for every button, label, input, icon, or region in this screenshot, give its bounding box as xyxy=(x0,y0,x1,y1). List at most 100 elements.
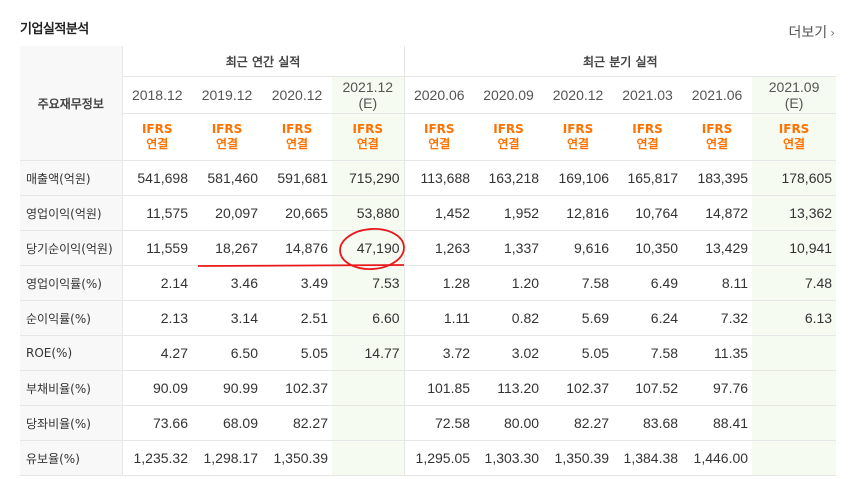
table-cell: 163,218 xyxy=(474,160,544,196)
row-label: 순이익률(%) xyxy=(20,300,122,336)
table-row: 매출액(억원) 541,698 581,460 591,681 715,290 113,6… xyxy=(20,160,837,196)
table-cell: 6.24 xyxy=(613,300,683,336)
accounting-standard: IFRS 연결 xyxy=(403,113,475,161)
table-cell: 7.58 xyxy=(613,335,683,371)
table-cell: 68.09 xyxy=(192,405,262,441)
table-cell: 3.72 xyxy=(403,335,475,371)
financial-table: 주요재무정보 최근 연간 실적 최근 분기 실적 2018.12 2019.12 2… xyxy=(20,46,837,476)
column-date: 2018.12 xyxy=(131,87,183,103)
table-cell: 3.46 xyxy=(192,265,262,301)
table-cell: 4.27 xyxy=(121,335,192,371)
table-cell: 97.76 xyxy=(682,370,753,406)
table-cell xyxy=(752,405,837,441)
column-date: 2020.06 xyxy=(413,87,465,103)
estimate-mark: (E) xyxy=(358,95,378,111)
table-cell xyxy=(752,335,837,371)
column-date-header: 2020.09 xyxy=(474,76,544,114)
consolidation-label: 연결 xyxy=(567,137,590,151)
standard-label: IFRS xyxy=(493,122,524,136)
table-cell: 2.13 xyxy=(121,300,192,336)
accounting-standard: IFRS 연결 xyxy=(332,113,405,161)
table-cell: 1,298.17 xyxy=(192,440,262,476)
column-date-header: 2021.12 (E) xyxy=(332,76,405,114)
column-date: 2020.12 xyxy=(552,87,604,103)
table-row: ROE(%) 4.27 6.50 5.05 14.77 3.72 3.02 5.05 7.58 1… xyxy=(20,335,837,371)
table-cell: 183,395 xyxy=(682,160,753,196)
table-cell: 11,559 xyxy=(121,230,192,266)
table-cell: 7.32 xyxy=(682,300,753,336)
column-date: 2020.12 xyxy=(271,87,323,103)
table-cell: 20,097 xyxy=(192,195,262,231)
table-cell xyxy=(752,440,837,476)
table-cell: 113,688 xyxy=(403,160,475,196)
standard-label: IFRS xyxy=(701,122,733,136)
consolidation-label: 연결 xyxy=(285,137,309,151)
table-cell: 8.11 xyxy=(682,265,753,301)
column-date-header: 2021.06 xyxy=(682,76,753,114)
table-cell: 1,952 xyxy=(474,195,544,231)
table-cell: 10,941 xyxy=(752,230,837,266)
table-cell: 13,429 xyxy=(682,230,753,266)
column-date: 2021.09 xyxy=(768,79,820,95)
table-cell: 6.50 xyxy=(192,335,262,371)
estimate-mark: (E) xyxy=(784,95,804,111)
quarter-group-header: 최근 분기 실적 xyxy=(403,46,837,77)
table-row: 당기순이익(억원) 11,559 18,267 14,876 47,190 1,263 1,… xyxy=(20,230,837,266)
accounting-standard: IFRS 연결 xyxy=(474,113,544,161)
standard-label: IFRS xyxy=(424,122,455,136)
consolidation-label: 연결 xyxy=(636,137,659,151)
consolidation-label: 연결 xyxy=(428,137,451,151)
table-cell xyxy=(332,370,405,406)
table-cell: 10,350 xyxy=(613,230,683,266)
row-label: ROE(%) xyxy=(20,335,122,371)
accounting-standard: IFRS 연결 xyxy=(262,113,332,161)
accounting-standard: IFRS 연결 xyxy=(121,113,192,161)
column-date-header: 2019.12 xyxy=(192,76,262,114)
accounting-standard: IFRS 연결 xyxy=(682,113,753,161)
consolidation-label: 연결 xyxy=(146,137,169,151)
more-link[interactable]: 더보기 › xyxy=(789,22,835,42)
annual-group-header: 최근 연간 실적 xyxy=(121,46,405,77)
column-date-header: 2021.03 xyxy=(613,76,683,114)
consolidation-label: 연결 xyxy=(497,137,520,151)
table-cell: 7.58 xyxy=(543,265,614,301)
table-cell: 73.66 xyxy=(121,405,192,441)
row-label: 매출액(억원) xyxy=(20,160,122,196)
table-cell xyxy=(332,405,405,441)
table-cell: 6.60 xyxy=(332,300,405,336)
row-label: 당좌비율(%) xyxy=(20,405,122,441)
column-date-header: 2020.12 xyxy=(262,76,332,114)
consolidation-label: 연결 xyxy=(215,137,239,151)
standard-label: IFRS xyxy=(211,122,243,136)
table-cell: 101.85 xyxy=(403,370,475,406)
table-cell: 165,817 xyxy=(613,160,683,196)
table-row: 당좌비율(%) 73.66 68.09 82.27 72.58 80.00 82.27 83.… xyxy=(20,405,837,441)
column-date: 2021.12 xyxy=(342,79,394,95)
table-cell: 18,267 xyxy=(192,230,262,266)
table-cell: 2.51 xyxy=(262,300,332,336)
column-date-header: 2020.12 xyxy=(543,76,614,114)
table-cell: 13,362 xyxy=(752,195,837,231)
table-cell: 1,295.05 xyxy=(403,440,475,476)
table-cell: 47,190 xyxy=(332,230,405,266)
table-cell: 591,681 xyxy=(262,160,332,196)
table-cell: 1,446.00 xyxy=(682,440,753,476)
table-cell: 5.69 xyxy=(543,300,614,336)
row-label: 영업이익률(%) xyxy=(20,265,122,301)
table-cell: 169,106 xyxy=(543,160,614,196)
table-cell: 541,698 xyxy=(121,160,192,196)
standard-label: IFRS xyxy=(632,122,663,136)
table-cell: 72.58 xyxy=(403,405,475,441)
column-date: 2019.12 xyxy=(201,87,253,103)
table-cell: 14,872 xyxy=(682,195,753,231)
table-cell: 9,616 xyxy=(543,230,614,266)
column-date: 2020.09 xyxy=(483,87,534,103)
table-cell: 1,384.38 xyxy=(613,440,683,476)
table-cell: 581,460 xyxy=(192,160,262,196)
table-cell: 10,764 xyxy=(613,195,683,231)
table-cell: 1,263 xyxy=(403,230,475,266)
table-cell: 715,290 xyxy=(332,160,405,196)
table-cell: 83.68 xyxy=(613,405,683,441)
table-cell: 3.02 xyxy=(474,335,544,371)
table-cell: 80.00 xyxy=(474,405,544,441)
